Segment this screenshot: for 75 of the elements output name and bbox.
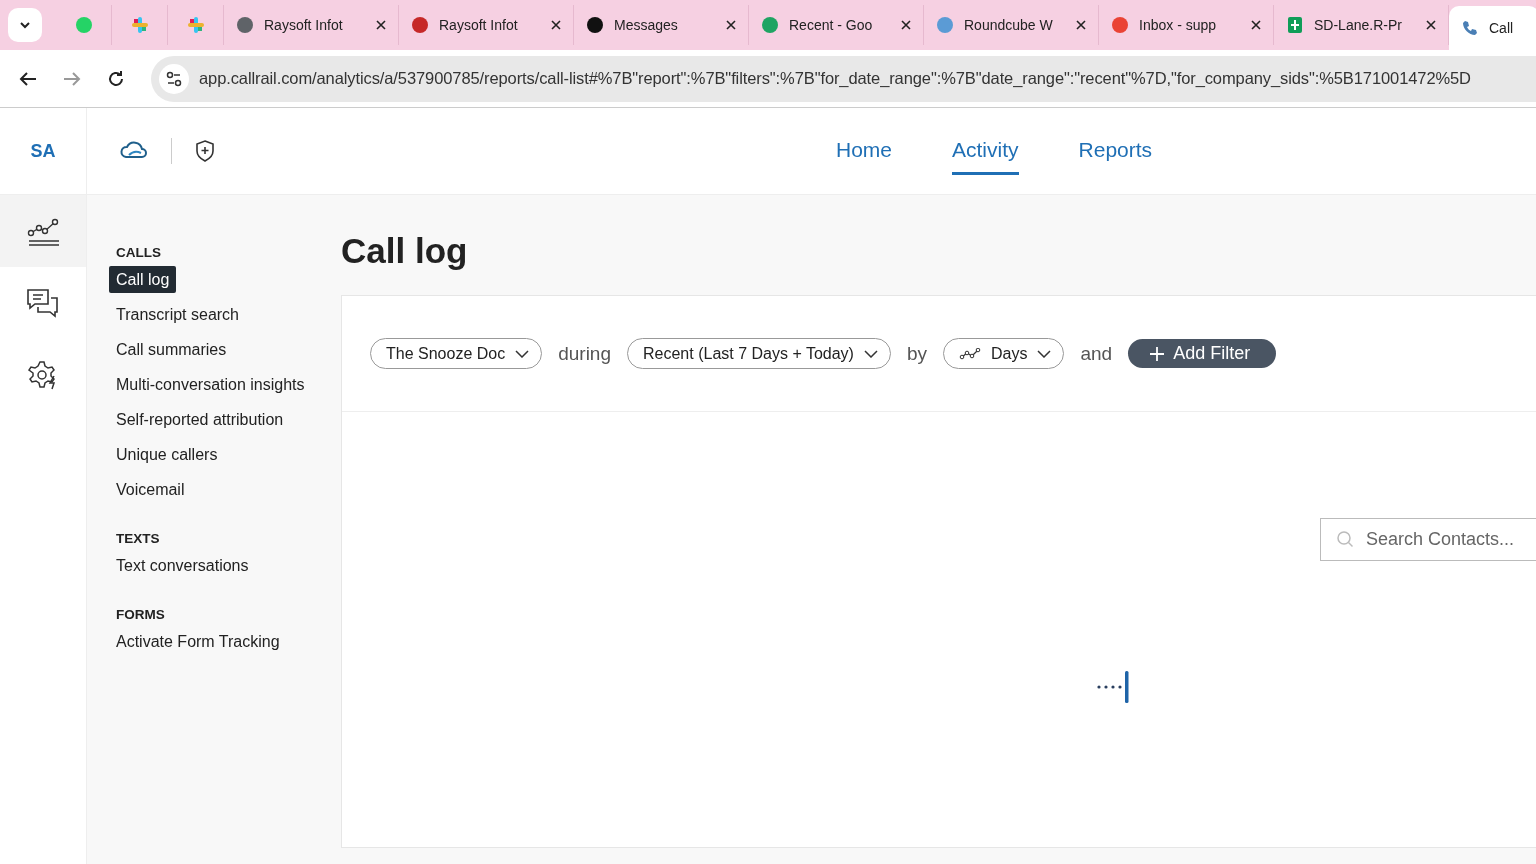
nav-link[interactable]: Home: [836, 127, 893, 175]
sidebar-item[interactable]: Multi-conversation insights: [109, 371, 312, 398]
add-filter-button[interactable]: Add Filter: [1128, 339, 1277, 368]
chevron-down-icon: [863, 349, 878, 358]
site-favicon-icon: [186, 16, 205, 34]
site-favicon-icon: [936, 16, 954, 34]
chevron-down-icon: [19, 21, 31, 29]
section-heading: TEXTS: [116, 531, 160, 546]
nav-link[interactable]: Activity: [952, 127, 1019, 175]
filter-connector: by: [906, 342, 927, 365]
page-title: Call log: [341, 231, 469, 271]
browser-tab[interactable]: Call: [1449, 6, 1536, 50]
analytics-nav-button[interactable]: [0, 195, 86, 267]
sidebar-item[interactable]: Call summaries: [109, 336, 234, 363]
browser-tab[interactable]: Messages: [574, 5, 749, 45]
site-favicon-icon: [1286, 16, 1304, 34]
close-icon[interactable]: [726, 20, 736, 30]
close-icon[interactable]: [901, 20, 911, 30]
line-chart-icon: [959, 347, 981, 360]
sidebar-item[interactable]: Call log: [109, 266, 177, 293]
chat-bubbles-icon: [26, 288, 60, 318]
sidebar-item[interactable]: Activate Form Tracking: [109, 628, 287, 655]
browser-tab[interactable]: Roundcube W: [924, 5, 1099, 45]
close-icon[interactable]: [551, 20, 561, 30]
shield-plus-icon[interactable]: [194, 139, 216, 163]
browser-tab[interactable]: Recent - Goo: [749, 5, 924, 45]
site-favicon-icon: [411, 16, 429, 34]
sidebar-item[interactable]: Transcript search: [109, 301, 246, 328]
tab-title: Messages: [614, 17, 679, 33]
tab-title: Raysoft Infot: [439, 17, 519, 33]
tab-title: Call: [1489, 20, 1515, 36]
section-heading: CALLS: [116, 245, 161, 260]
site-settings-icon[interactable]: [159, 63, 189, 94]
reload-icon[interactable]: [107, 69, 125, 88]
plus-icon: [1150, 346, 1165, 361]
url-text: app.callrail.com/analytics/a/537900785/reports/call-list#%7B"report":%7B"filters":%7B"for_date_range":%7B"date_range":"recent"%7D,"for_company_sids":%5B171001472%5D: [199, 69, 1471, 88]
browser-tab[interactable]: SD-Lane.R-Pr: [1274, 5, 1449, 45]
site-favicon-icon: [586, 16, 604, 34]
site-favicon-icon: [130, 16, 149, 34]
close-icon[interactable]: [1426, 20, 1436, 30]
tab-title: Recent - Goo: [789, 17, 874, 33]
tab-title: Raysoft Infot: [264, 17, 344, 33]
browser-tab[interactable]: Raysoft Infot: [399, 5, 574, 45]
filter-connector: during: [558, 342, 611, 365]
sidebar-item[interactable]: Self-reported attribution: [109, 406, 291, 433]
address-bar[interactable]: app.callrail.com/analytics/a/537900785/reports/call-list#%7B"report":%7B"filters":%7B"for_date_range":%7B"date_range":"recent"%7D,"for_company_sids":%5B171001472%5D: [151, 55, 1536, 102]
tab-search-button[interactable]: [8, 8, 42, 42]
browser-tab[interactable]: Inbox - supp: [1099, 5, 1274, 45]
sidebar-item[interactable]: Text conversations: [109, 552, 256, 579]
site-favicon-icon: [74, 16, 93, 34]
forward-arrow-icon[interactable]: [63, 70, 81, 87]
phone-icon: [1461, 19, 1479, 37]
nav-link[interactable]: Reports: [1078, 127, 1153, 175]
search-icon: [1336, 530, 1354, 548]
filter-connector: and: [1080, 342, 1113, 365]
filter-dropdown[interactable]: The Snooze Doc: [370, 338, 543, 369]
sidebar-item[interactable]: Unique callers: [109, 441, 225, 468]
filter-dropdown[interactable]: Recent (Last 7 Days + Today): [627, 338, 891, 369]
close-icon[interactable]: [1251, 20, 1261, 30]
site-favicon-icon: [1111, 16, 1129, 34]
close-icon[interactable]: [376, 20, 386, 30]
site-favicon-icon: [761, 16, 779, 34]
search-field[interactable]: Search Contacts...: [1320, 518, 1536, 561]
close-icon[interactable]: [1076, 20, 1086, 30]
chevron-down-icon: [1037, 349, 1052, 358]
tab-title: Roundcube W: [964, 17, 1054, 33]
chevron-down-icon: [515, 349, 530, 358]
back-arrow-icon[interactable]: [19, 70, 37, 87]
section-heading: FORMS: [116, 607, 165, 622]
browser-tab[interactable]: Raysoft Infot: [224, 5, 399, 45]
account-initials[interactable]: SA: [30, 140, 56, 162]
grouping-dropdown[interactable]: Days: [943, 338, 1065, 369]
tab-title: Inbox - supp: [1139, 17, 1218, 33]
tab-title: SD-Lane.R-Pr: [1314, 17, 1403, 33]
sidebar-item[interactable]: Voicemail: [109, 476, 192, 503]
